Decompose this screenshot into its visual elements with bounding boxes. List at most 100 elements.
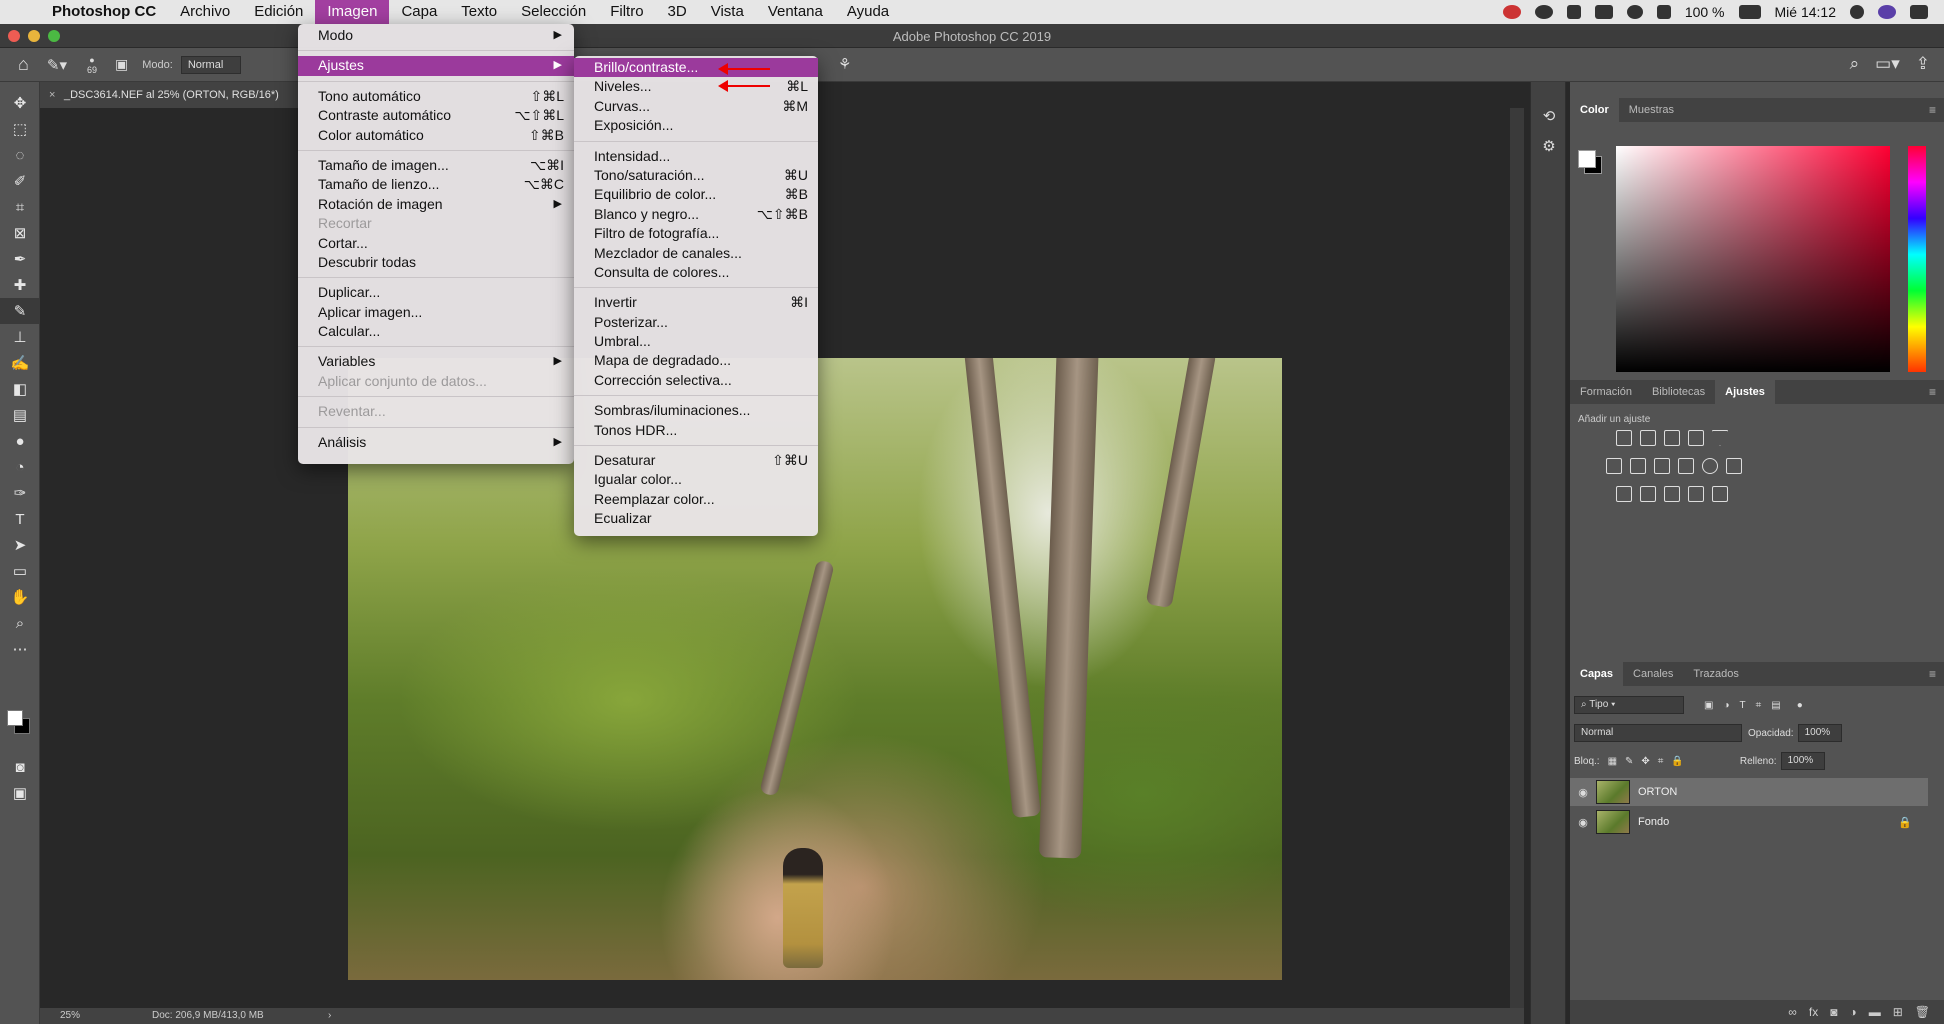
dodge-tool-icon[interactable]: ◔ [0,454,40,480]
battery-icon[interactable] [1738,5,1761,19]
lasso-tool-icon[interactable]: ◌ [0,142,40,168]
menu-item-duplicar[interactable]: Duplicar... [298,283,574,302]
invert-adjust-icon[interactable] [1616,486,1632,502]
stamp-tool-icon[interactable]: ⊥ [0,324,40,350]
screen-mode-icon[interactable]: ▣ [0,780,40,806]
eye-icon[interactable]: ◉ [1570,786,1596,799]
tab-trazados[interactable]: Trazados [1683,662,1748,686]
pen-tool-icon[interactable]: ✑ [0,480,40,506]
gradient-map-adjust-icon[interactable] [1712,486,1728,502]
quick-mask-icon[interactable]: ◙ [0,754,40,780]
menu-item-desaturar[interactable]: Desaturar ⇧⌘U [574,451,818,470]
menu-item-tamano-de-lienzo[interactable]: Tamaño de lienzo... ⌥⌘C [298,175,574,194]
more-tools-icon[interactable]: ⋯ [0,636,40,662]
lock-icon[interactable]: 🔒 [1898,816,1912,829]
symmetry-icon[interactable]: ⚘ [838,55,851,73]
link-icon[interactable]: ∞ [1788,1005,1797,1019]
brightness-adjust-icon[interactable] [1616,430,1632,446]
blend-mode-select[interactable]: Normal [1574,724,1742,742]
tab-formacion[interactable]: Formación [1570,380,1642,404]
fx-icon[interactable]: fx [1809,1005,1818,1019]
menu-item-curvas[interactable]: Curvas... ⌘M [574,97,818,116]
menu-3d[interactable]: 3D [656,0,699,24]
gradient-tool-icon[interactable]: ▤ [0,402,40,428]
brush-preset-icon[interactable]: ✎▾ [47,56,67,74]
network-icon[interactable] [1566,5,1581,19]
menu-item-tamano-de-imagen[interactable]: Tamaño de imagen... ⌥⌘I [298,156,574,175]
path-select-tool-icon[interactable]: ➤ [0,532,40,558]
type-tool-icon[interactable]: T [0,506,40,532]
menu-seleccion[interactable]: Selección [509,0,598,24]
canvas-scrollbar[interactable] [1510,108,1524,1008]
hue-saturation-adjust-icon[interactable] [1606,458,1622,474]
trash-icon[interactable]: 🗑 [1915,1005,1930,1019]
lock-icons[interactable]: ▦✎✥⌗🔒 [1608,756,1692,767]
color-lookup-adjust-icon[interactable] [1726,458,1742,474]
healing-tool-icon[interactable]: ✚ [0,272,40,298]
hand-tool-icon[interactable]: ✋ [0,584,40,610]
curves-adjust-icon[interactable] [1664,430,1680,446]
blur-tool-icon[interactable]: ● [0,428,40,454]
menu-item-intensidad[interactable]: Intensidad... [574,147,818,166]
menu-item-rotacion-de-imagen[interactable]: Rotación de imagen ▶ [298,195,574,214]
history-panel-icon[interactable]: ⟲ [1531,102,1567,132]
menu-item-consulta-de-colores[interactable]: Consulta de colores... [574,263,818,282]
adjustment-layer-icon[interactable]: ◑ [1849,1005,1856,1019]
tab-canales[interactable]: Canales [1623,662,1683,686]
menu-vista[interactable]: Vista [699,0,756,24]
volume-icon[interactable] [1656,5,1671,19]
menu-ventana[interactable]: Ventana [756,0,835,24]
menu-capa[interactable]: Capa [389,0,449,24]
menu-item-cortar[interactable]: Cortar... [298,234,574,253]
photo-filter-adjust-icon[interactable] [1678,458,1694,474]
marquee-tool-icon[interactable]: ⬚ [0,116,40,142]
panel-menu-icon[interactable]: ≡ [1929,667,1936,681]
brush-settings-icon[interactable]: ▣ [115,56,128,73]
eye-icon[interactable]: ◉ [1570,816,1596,829]
history-brush-tool-icon[interactable]: ✍ [0,350,40,376]
home-icon[interactable]: ⌂ [18,54,29,75]
new-layer-icon[interactable]: ⊞ [1893,1005,1903,1019]
menu-item-filtro-de-fotografia[interactable]: Filtro de fotografía... [574,224,818,243]
menu-item-posterizar[interactable]: Posterizar... [574,313,818,332]
zoom-level[interactable]: 25% [60,1008,80,1024]
document-tab[interactable]: × _DSC3614.NEF al 25% (ORTON, RGB/16*) [40,82,300,108]
filter-toggle-icon[interactable]: ● [1797,700,1803,711]
clock[interactable]: Mié 14:12 [1775,4,1836,20]
color-field[interactable] [1616,146,1890,372]
menu-edicion[interactable]: Edición [242,0,315,24]
menu-item-exposicion[interactable]: Exposición... [574,116,818,135]
menu-item-igualar-color[interactable]: Igualar color... [574,470,818,489]
layer-filter-icons[interactable]: ▣◑T⌗▤ [1704,700,1791,711]
levels-adjust-icon[interactable] [1640,430,1656,446]
modo-select[interactable]: Normal [180,55,241,74]
menu-item-tonos-hdr[interactable]: Tonos HDR... [574,421,818,440]
layer-row-orton[interactable]: ◉ ORTON [1570,778,1928,806]
menu-item-blanco-y-negro[interactable]: Blanco y negro... ⌥⇧⌘B [574,205,818,224]
menu-item-correccion-selectiva[interactable]: Corrección selectiva... [574,371,818,390]
menu-item-mapa-de-degradado[interactable]: Mapa de degradado... [574,351,818,370]
panel-menu-icon[interactable]: ≡ [1929,103,1936,117]
menu-item-tono-saturacion[interactable]: Tono/saturación... ⌘U [574,166,818,185]
menu-item-aplicar-imagen[interactable]: Aplicar imagen... [298,303,574,322]
hue-slider[interactable] [1908,146,1926,372]
tab-muestras[interactable]: Muestras [1619,98,1684,122]
menu-imagen[interactable]: Imagen [315,0,390,24]
menu-ayuda[interactable]: Ayuda [835,0,901,24]
quick-select-tool-icon[interactable]: ✐ [0,168,40,194]
crop-tool-icon[interactable]: ⌗ [0,194,40,220]
cloud-icon[interactable] [1534,5,1553,19]
airplay-icon[interactable] [1594,5,1613,19]
black-white-adjust-icon[interactable] [1654,458,1670,474]
layer-row-fondo[interactable]: ◉ Fondo 🔒 [1570,808,1928,836]
menu-item-calcular[interactable]: Calcular... [298,322,574,341]
menu-item-descubrir-todas[interactable]: Descubrir todas [298,253,574,272]
vibrance-adjust-icon[interactable] [1712,430,1728,446]
menu-filtro[interactable]: Filtro [598,0,655,24]
search-icon[interactable] [1850,5,1864,19]
workspace-icon[interactable]: ▭▾ [1875,54,1900,74]
foreground-color-swatch[interactable] [7,710,23,726]
menu-texto[interactable]: Texto [449,0,509,24]
frame-tool-icon[interactable]: ⊠ [0,220,40,246]
properties-panel-icon[interactable]: ⚙ [1531,132,1567,162]
